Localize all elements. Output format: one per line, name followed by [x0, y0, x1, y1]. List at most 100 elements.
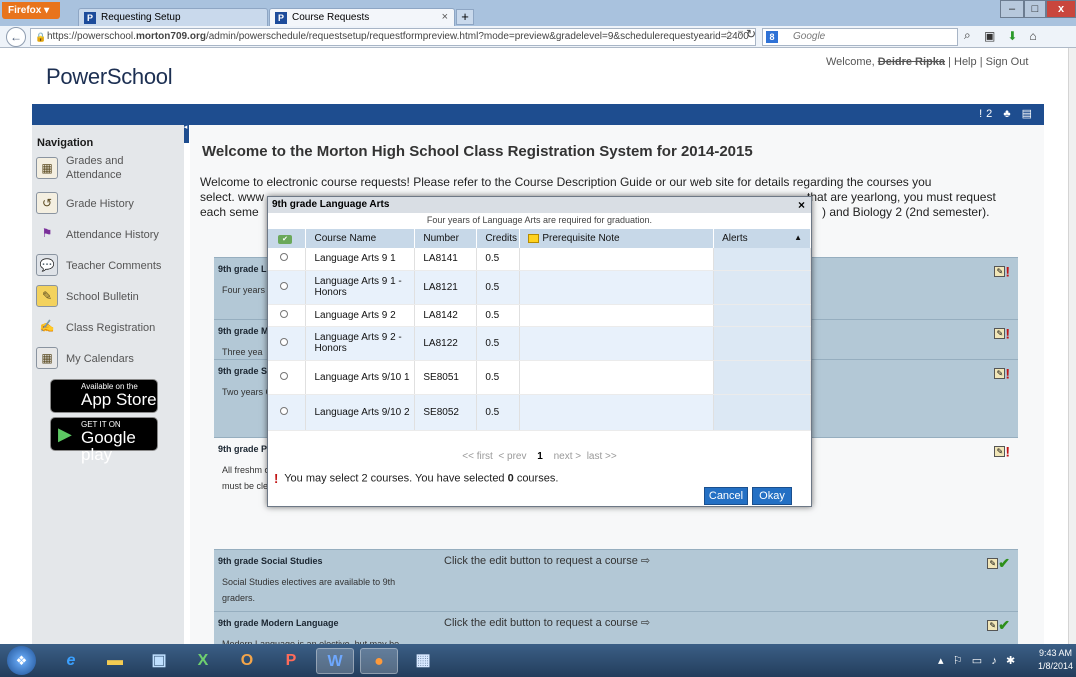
search-icon[interactable]: ⌕: [964, 28, 971, 43]
firefox-menu-button[interactable]: Firefox ▾: [2, 2, 60, 19]
new-tab-button[interactable]: +: [456, 9, 474, 25]
sidebar-item-grade-history[interactable]: ↺ Grade History: [36, 192, 180, 216]
search-input[interactable]: 8 Google: [762, 28, 958, 46]
alerts-count[interactable]: !2: [979, 108, 996, 120]
edit-icon[interactable]: ✎: [994, 265, 1006, 277]
course-name-cell: Language Arts 9 1: [305, 248, 416, 271]
pager-next-link[interactable]: next >: [554, 451, 582, 462]
table-row[interactable]: Language Arts 9 1 LA8141 0.5: [268, 248, 811, 271]
firefox-icon[interactable]: ●: [360, 648, 398, 674]
sidebar-item-my-calendars[interactable]: ▦ My Calendars: [36, 347, 180, 371]
google-play-badge[interactable]: ▶ GET IT ON Google play: [50, 417, 158, 463]
tab-course-requests[interactable]: P Course Requests ×: [269, 8, 455, 27]
table-row[interactable]: Language Arts 9/10 2 SE8052 0.5: [268, 394, 811, 431]
pager-first-link[interactable]: << first: [462, 451, 493, 462]
edit-icon[interactable]: ✎: [994, 327, 1006, 339]
close-tab-icon[interactable]: ×: [442, 11, 448, 23]
show-hidden-icons-icon[interactable]: ▴: [938, 655, 944, 667]
sort-ascending-icon[interactable]: ▲: [794, 233, 802, 242]
table-header-row: ✔ Course Name Number Credits Prerequisit…: [268, 229, 811, 248]
sidebar-item-teacher-comments[interactable]: 💬 Teacher Comments: [36, 254, 180, 278]
file-explorer-icon[interactable]: ▬: [96, 648, 134, 674]
registration-icon: ✍: [39, 319, 55, 333]
column-credits[interactable]: Credits: [476, 229, 521, 248]
outlook-icon[interactable]: O: [228, 648, 266, 674]
course-radio[interactable]: [280, 371, 288, 380]
internet-explorer-icon[interactable]: e: [52, 648, 90, 674]
edit-icon[interactable]: ✎: [987, 619, 999, 631]
maximize-window-icon[interactable]: □: [1024, 0, 1046, 18]
flag-icon[interactable]: ⚐: [953, 655, 963, 667]
edit-icon[interactable]: ✎: [994, 367, 1006, 379]
table-row[interactable]: Language Arts 9 2 LA8142 0.5: [268, 304, 811, 327]
page-scrollbar[interactable]: [1068, 48, 1076, 644]
alerts-cell: [713, 270, 811, 305]
sign-out-link[interactable]: Sign Out: [986, 56, 1029, 68]
calculator-icon[interactable]: ▦: [404, 648, 442, 674]
course-number-cell: LA8141: [414, 248, 478, 271]
word-icon[interactable]: W: [316, 648, 354, 674]
column-course-name[interactable]: Course Name: [305, 229, 416, 248]
select-column-header[interactable]: ✔: [268, 229, 307, 248]
course-radio[interactable]: [280, 406, 288, 415]
tab-requesting-setup[interactable]: P Requesting Setup: [78, 8, 268, 27]
course-radio[interactable]: [280, 281, 288, 290]
sidebar-item-class-registration[interactable]: ✍ Class Registration: [36, 316, 180, 340]
edit-icon[interactable]: ✎: [987, 557, 999, 569]
pager-prev-link[interactable]: < prev: [498, 451, 526, 462]
search-engine-icon[interactable]: 8: [766, 31, 778, 43]
excel-icon[interactable]: X: [184, 648, 222, 674]
course-radio[interactable]: [280, 337, 288, 346]
bookmarks-menu-icon[interactable]: ▣: [984, 29, 995, 43]
download-icon[interactable]: ⬇: [1007, 29, 1017, 43]
pager-last-link[interactable]: last >>: [587, 451, 617, 462]
media-player-icon[interactable]: ▣: [140, 648, 178, 674]
request-title: 9th grade S: [218, 366, 268, 376]
sidebar-item-school-bulletin[interactable]: ✎ School Bulletin: [36, 285, 180, 309]
notification-icon[interactable]: ♣: [1003, 108, 1014, 120]
help-link[interactable]: Help: [954, 56, 977, 68]
pagination: << first < prev 1 next > last >>: [268, 451, 811, 462]
course-radio[interactable]: [280, 309, 288, 318]
column-prerequisite-note[interactable]: Prerequisite Note: [519, 229, 715, 248]
link-separator: |: [979, 56, 983, 68]
close-window-icon[interactable]: x: [1046, 0, 1076, 18]
table-row[interactable]: Language Arts 9/10 1 SE8051 0.5: [268, 360, 811, 395]
grade-history-icon: ↺: [36, 192, 58, 214]
table-row[interactable]: Language Arts 9 2 - Honors LA8122 0.5: [268, 326, 811, 361]
update-icon[interactable]: ✱: [1006, 655, 1015, 667]
column-number[interactable]: Number: [414, 229, 478, 248]
google-play-icon: ▶: [58, 424, 72, 444]
edit-icon[interactable]: ✎: [994, 445, 1006, 457]
selection-message-suffix: courses.: [516, 472, 559, 485]
table-row[interactable]: Language Arts 9 1 - Honors LA8121 0.5: [268, 270, 811, 305]
sidebar-item-attendance-history[interactable]: ⚑ Attendance History: [36, 223, 180, 247]
powerpoint-icon[interactable]: P: [272, 648, 310, 674]
okay-button[interactable]: Okay: [752, 487, 792, 505]
user-links: Welcome, Deidre Ripka | Help | Sign Out: [826, 56, 1028, 68]
dialog-subtitle: Four years of Language Arts are required…: [426, 215, 653, 225]
request-icons: ✎ ✔: [987, 554, 1010, 572]
close-dialog-icon[interactable]: ×: [798, 198, 805, 212]
clock[interactable]: 9:43 AM 1/8/2014: [1038, 647, 1073, 673]
url-prefix: https://powerschool.: [47, 31, 136, 42]
cancel-button[interactable]: Cancel: [704, 487, 748, 505]
column-alerts[interactable]: Alerts ▲: [713, 229, 811, 248]
url-bar[interactable]: 🔒 https://powerschool.morton709.org/admi…: [30, 28, 756, 46]
bookmark-star-icon[interactable]: ☆: [724, 28, 734, 41]
print-icon[interactable]: ▤: [1022, 108, 1036, 120]
home-icon[interactable]: ⌂: [1029, 29, 1036, 43]
back-arrow-icon[interactable]: ←: [6, 27, 26, 47]
course-radio[interactable]: [280, 253, 288, 262]
sidebar-item-grades-and-attendance[interactable]: ▦ Grades and Attendance: [36, 154, 180, 184]
browser-titlebar: Firefox ▾ P Requesting Setup P Course Re…: [0, 0, 1076, 27]
app-store-badge[interactable]: Available on the App Store: [50, 379, 158, 413]
course-credits-cell: 0.5: [476, 248, 521, 271]
start-button[interactable]: ❖: [7, 646, 36, 675]
alerts-cell: [713, 394, 811, 431]
reload-icon[interactable]: ↻: [746, 27, 756, 41]
volume-icon[interactable]: ♪: [991, 655, 997, 667]
minimize-window-icon[interactable]: –: [1000, 0, 1024, 18]
url-dropdown-icon[interactable]: ▿: [738, 28, 743, 39]
network-icon[interactable]: ▭: [972, 655, 982, 667]
